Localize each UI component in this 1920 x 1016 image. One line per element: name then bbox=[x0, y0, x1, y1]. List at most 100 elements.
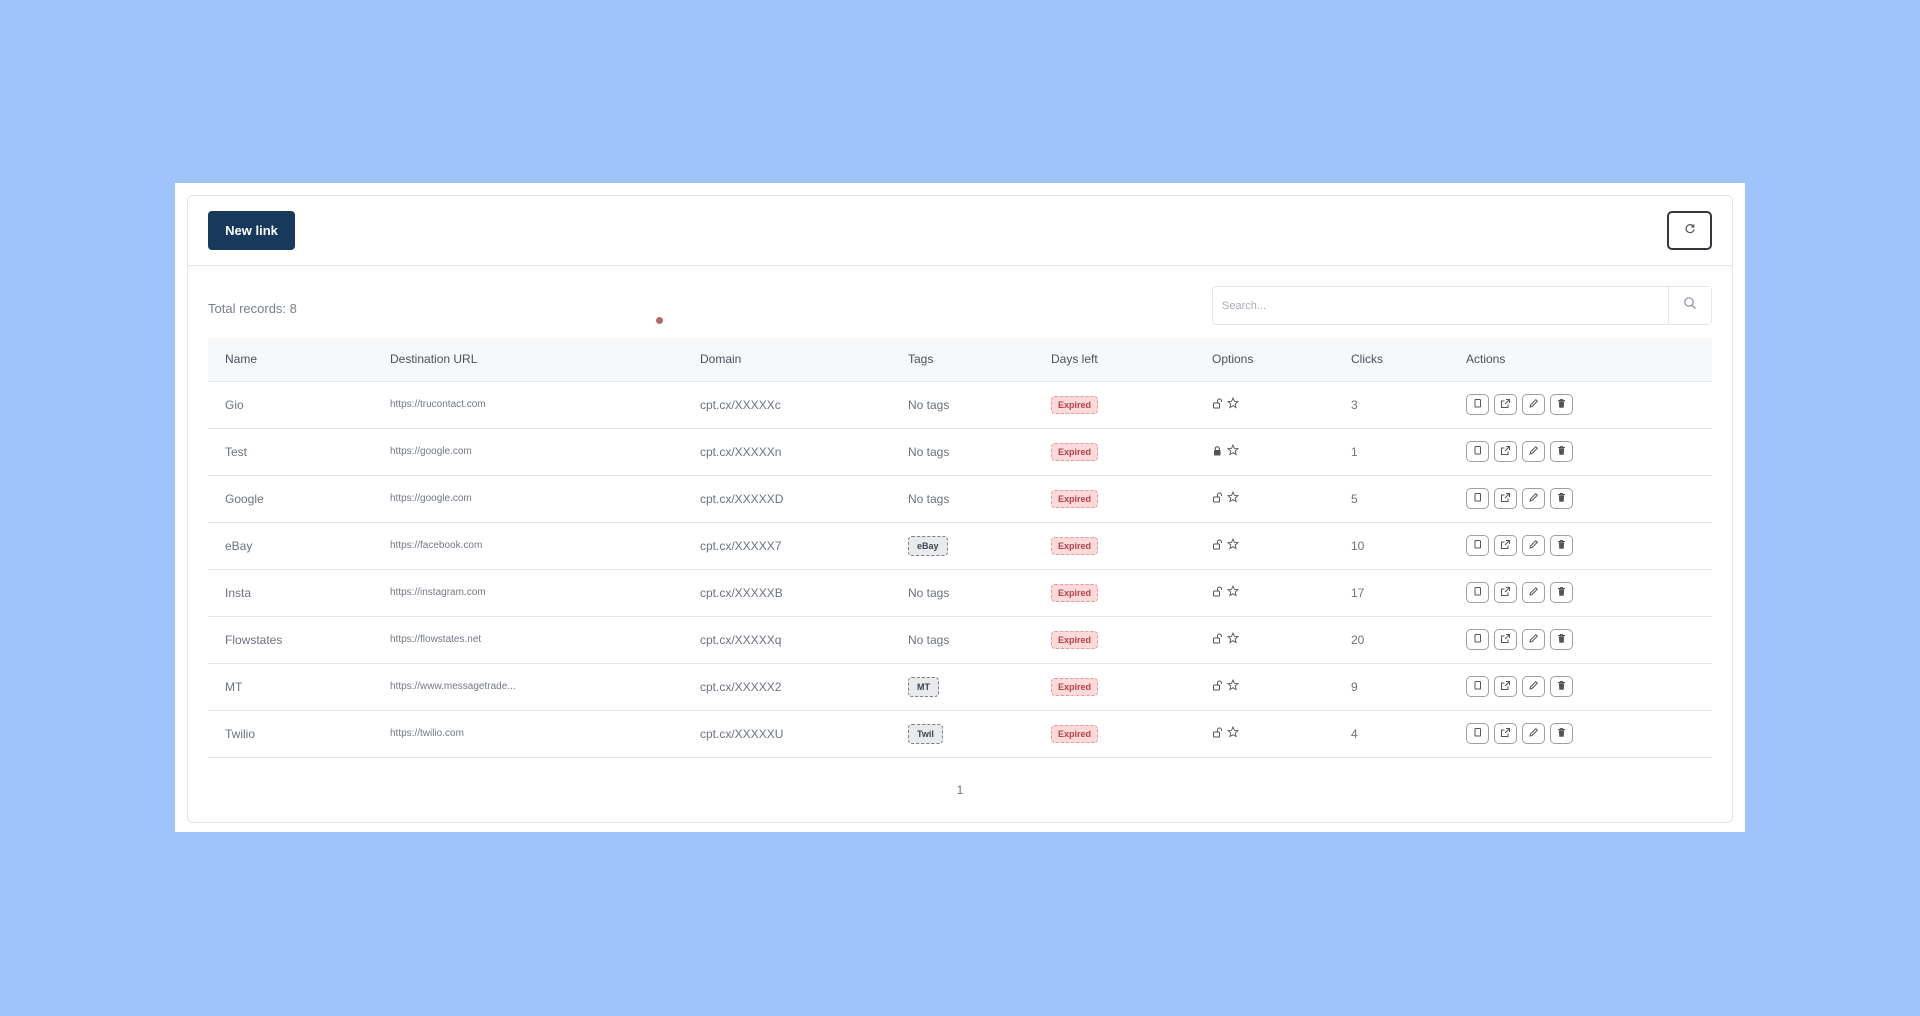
copy-button[interactable] bbox=[1466, 629, 1489, 650]
tags-cell: eBay bbox=[891, 522, 1034, 569]
page-number[interactable]: 1 bbox=[957, 783, 964, 797]
open-link-button[interactable] bbox=[1494, 723, 1517, 744]
copy-icon bbox=[1472, 445, 1483, 459]
star-icon[interactable] bbox=[1226, 443, 1240, 459]
open-link-button[interactable] bbox=[1494, 441, 1517, 462]
lock-open-icon[interactable] bbox=[1212, 633, 1223, 647]
actions-cell bbox=[1449, 710, 1712, 757]
column-header-options[interactable]: Options bbox=[1195, 338, 1334, 381]
delete-button[interactable] bbox=[1550, 582, 1573, 603]
column-header-tags[interactable]: Tags bbox=[891, 338, 1034, 381]
expired-badge: Expired bbox=[1051, 583, 1099, 602]
edit-button[interactable] bbox=[1522, 488, 1545, 509]
edit-icon bbox=[1528, 398, 1539, 412]
destination-url: https://google.com bbox=[390, 493, 472, 504]
star-icon[interactable] bbox=[1226, 678, 1240, 694]
copy-button[interactable] bbox=[1466, 394, 1489, 415]
edit-button[interactable] bbox=[1522, 676, 1545, 697]
short-domain: cpt.cx/XXXXXU bbox=[700, 726, 784, 741]
open-link-button[interactable] bbox=[1494, 488, 1517, 509]
days-left-cell: Expired bbox=[1034, 381, 1195, 428]
lock-open-icon[interactable] bbox=[1212, 727, 1223, 741]
edit-button[interactable] bbox=[1522, 582, 1545, 603]
search-icon bbox=[1683, 296, 1697, 315]
options-cell bbox=[1195, 522, 1334, 569]
delete-button[interactable] bbox=[1550, 629, 1573, 650]
column-header-days-left[interactable]: Days left bbox=[1034, 338, 1195, 381]
copy-button[interactable] bbox=[1466, 488, 1489, 509]
star-icon[interactable] bbox=[1226, 396, 1240, 412]
expired-badge: Expired bbox=[1051, 489, 1099, 508]
copy-icon bbox=[1472, 398, 1483, 412]
open-link-button[interactable] bbox=[1494, 394, 1517, 415]
lock-icon[interactable] bbox=[1212, 445, 1223, 459]
copy-button[interactable] bbox=[1466, 676, 1489, 697]
star-icon[interactable] bbox=[1226, 490, 1240, 506]
edit-button[interactable] bbox=[1522, 629, 1545, 650]
destination-url: https://trucontact.com bbox=[390, 399, 486, 410]
delete-button[interactable] bbox=[1550, 441, 1573, 462]
links-card: New link Total records: 8 Search... Name… bbox=[187, 195, 1733, 823]
edit-button[interactable] bbox=[1522, 441, 1545, 462]
column-header-domain[interactable]: Domain bbox=[683, 338, 891, 381]
link-name: Twilio bbox=[225, 726, 256, 741]
refresh-button[interactable] bbox=[1667, 211, 1712, 250]
lock-open-icon[interactable] bbox=[1212, 539, 1223, 553]
external-link-icon bbox=[1500, 633, 1511, 647]
lock-open-icon[interactable] bbox=[1212, 586, 1223, 600]
star-icon[interactable] bbox=[1226, 537, 1240, 553]
copy-button[interactable] bbox=[1466, 535, 1489, 556]
star-icon[interactable] bbox=[1226, 725, 1240, 741]
delete-button[interactable] bbox=[1550, 488, 1573, 509]
lock-open-icon[interactable] bbox=[1212, 492, 1223, 506]
copy-button[interactable] bbox=[1466, 441, 1489, 462]
table-body: Gio https://trucontact.com cpt.cx/XXXXXc No… bbox=[208, 381, 1712, 757]
edit-button[interactable] bbox=[1522, 535, 1545, 556]
cursor-dot bbox=[656, 317, 663, 324]
clicks-count: 17 bbox=[1351, 585, 1365, 600]
link-name: eBay bbox=[225, 538, 253, 553]
copy-button[interactable] bbox=[1466, 582, 1489, 603]
short-domain: cpt.cx/XXXXXq bbox=[700, 632, 782, 647]
clicks-count: 20 bbox=[1351, 632, 1365, 647]
expired-badge: Expired bbox=[1051, 677, 1099, 696]
tag-badge: eBay bbox=[908, 535, 948, 556]
edit-icon bbox=[1528, 445, 1539, 459]
open-link-button[interactable] bbox=[1494, 629, 1517, 650]
column-header-actions[interactable]: Actions bbox=[1449, 338, 1712, 381]
column-header-name[interactable]: Name bbox=[208, 338, 373, 381]
star-icon[interactable] bbox=[1226, 631, 1240, 647]
clicks-count: 9 bbox=[1351, 679, 1358, 694]
actions-cell bbox=[1449, 569, 1712, 616]
open-link-button[interactable] bbox=[1494, 535, 1517, 556]
edit-icon bbox=[1528, 492, 1539, 506]
lock-open-icon[interactable] bbox=[1212, 680, 1223, 694]
copy-button[interactable] bbox=[1466, 723, 1489, 744]
expired-badge: Expired bbox=[1051, 442, 1099, 461]
lock-open-icon[interactable] bbox=[1212, 398, 1223, 412]
destination-url: https://google.com bbox=[390, 446, 472, 457]
destination-url: https://www.messagetrade... bbox=[390, 681, 516, 692]
open-link-button[interactable] bbox=[1494, 582, 1517, 603]
tags-cell: MT bbox=[891, 663, 1034, 710]
delete-button[interactable] bbox=[1550, 535, 1573, 556]
link-name: Test bbox=[225, 444, 248, 459]
open-link-button[interactable] bbox=[1494, 676, 1517, 697]
days-left-cell: Expired bbox=[1034, 522, 1195, 569]
delete-button[interactable] bbox=[1550, 676, 1573, 697]
delete-button[interactable] bbox=[1550, 394, 1573, 415]
days-left-cell: Expired bbox=[1034, 569, 1195, 616]
edit-button[interactable] bbox=[1522, 394, 1545, 415]
column-header-clicks[interactable]: Clicks bbox=[1334, 338, 1449, 381]
short-domain: cpt.cx/XXXXX7 bbox=[700, 538, 782, 553]
edit-button[interactable] bbox=[1522, 723, 1545, 744]
star-icon[interactable] bbox=[1226, 584, 1240, 600]
new-link-button[interactable]: New link bbox=[208, 211, 295, 250]
table-header-row: Name Destination URL Domain Tags Days le… bbox=[208, 338, 1712, 381]
search-input[interactable] bbox=[1213, 287, 1668, 324]
search-button[interactable] bbox=[1668, 287, 1711, 324]
column-header-destination-url[interactable]: Destination URL bbox=[373, 338, 683, 381]
refresh-icon bbox=[1684, 222, 1696, 240]
delete-button[interactable] bbox=[1550, 723, 1573, 744]
clicks-count: 3 bbox=[1351, 397, 1358, 412]
